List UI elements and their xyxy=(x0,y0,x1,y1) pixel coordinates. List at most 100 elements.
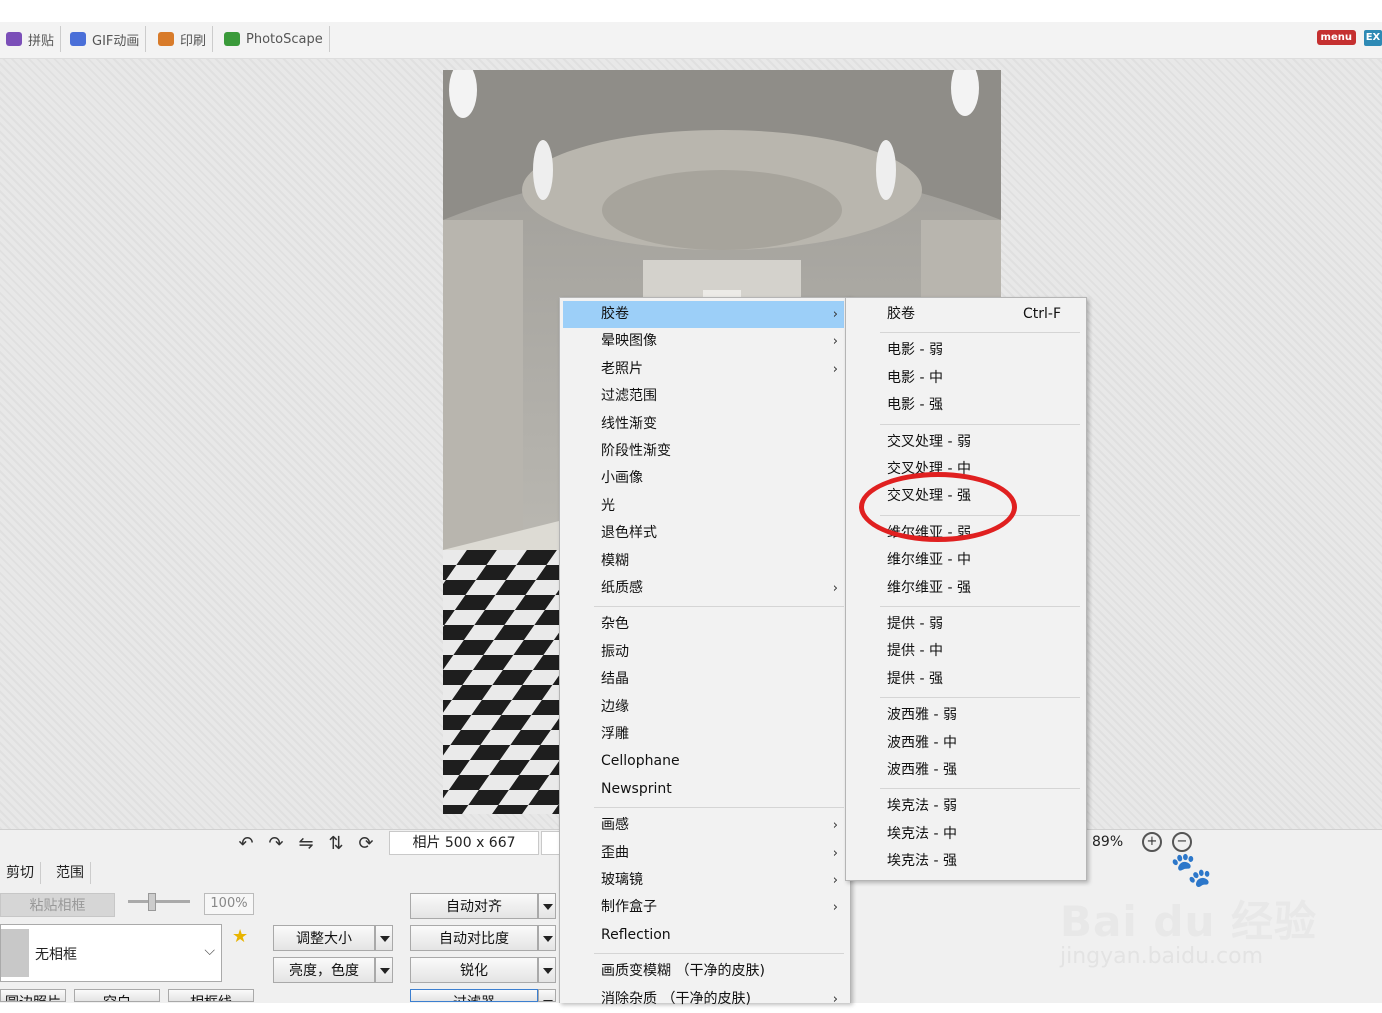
flip-vertical-icon[interactable]: ⇅ xyxy=(326,834,346,854)
favorite-star-icon[interactable]: ★ xyxy=(232,926,248,947)
filter-menu-item-8[interactable]: 退色样式 xyxy=(563,520,844,547)
menu-separator xyxy=(880,332,1080,334)
menu-item-label: 模糊 xyxy=(601,552,629,569)
rotate-icon[interactable]: ⟳ xyxy=(356,834,376,854)
menu-item-label: 小画像 xyxy=(601,470,643,487)
brightness-dropdown[interactable] xyxy=(375,957,393,983)
photo-size-info: 相片 500 x 667 xyxy=(389,831,539,855)
redo-icon[interactable]: ↷ xyxy=(266,834,286,854)
filter-menu-item-20[interactable]: 画感 › xyxy=(563,812,844,839)
sharpen-dropdown[interactable] xyxy=(538,957,556,983)
film-submenu-item-14[interactable]: 提供 - 弱 xyxy=(849,611,1081,638)
menu-item-label: 退色样式 xyxy=(601,525,657,542)
filter-menu-item-27[interactable]: 消除杂质 （干净的皮肤) › xyxy=(563,986,844,1013)
filter-menu-item-26[interactable]: 画质变模糊 （干净的皮肤) xyxy=(563,958,844,985)
filter-menu-item-4[interactable]: 线性渐变 xyxy=(563,411,844,438)
percent-field[interactable]: 100% xyxy=(204,893,254,915)
menu-button[interactable]: menu xyxy=(1316,30,1356,45)
filter-dropdown[interactable] xyxy=(538,989,556,1002)
filter-menu-item-2[interactable]: 老照片 › xyxy=(563,356,844,383)
menu-item-label: 玻璃镜 xyxy=(601,872,643,888)
filter-menu-item-23[interactable]: 制作盒子 › xyxy=(563,894,844,921)
filter-menu-item-3[interactable]: 过滤范围 xyxy=(563,383,844,410)
film-submenu-item-0[interactable]: 胶卷 Ctrl-F xyxy=(849,301,1081,328)
film-submenu-item-19[interactable]: 波西雅 - 中 xyxy=(849,730,1081,757)
menu-item-label: 振动 xyxy=(601,643,629,660)
tab-print[interactable]: 印刷 xyxy=(152,26,214,52)
film-submenu-item-6[interactable]: 交叉处理 - 弱 xyxy=(849,429,1081,456)
film-submenu-item-2[interactable]: 电影 - 弱 xyxy=(849,337,1081,364)
menu-item-label: Reflection xyxy=(601,926,671,943)
menu-item-label: 胶卷 xyxy=(601,306,629,322)
filter-menu-item-17[interactable]: Cellophane xyxy=(563,748,844,775)
blank-button[interactable]: 空白 xyxy=(74,989,160,1002)
tab-photoscape[interactable]: PhotoScape xyxy=(218,26,330,52)
zoom-out-icon[interactable]: − xyxy=(1172,832,1192,852)
auto-contrast-dropdown[interactable] xyxy=(538,925,556,951)
film-submenu: 胶卷 Ctrl-F 电影 - 弱电影 - 中电影 - 强交叉处理 - 弱交叉处理 -… xyxy=(845,297,1087,881)
tab-collage[interactable]: 拼贴 xyxy=(0,26,62,52)
frame-line-button[interactable]: 相框线 xyxy=(168,989,254,1002)
auto-align-button[interactable]: 自动对齐 xyxy=(410,893,538,919)
auto-align-dropdown[interactable] xyxy=(538,893,556,919)
sharpen-button[interactable]: 锐化 xyxy=(410,957,538,983)
film-submenu-item-18[interactable]: 波西雅 - 弱 xyxy=(849,702,1081,729)
film-submenu-item-24[interactable]: 埃克法 - 强 xyxy=(849,848,1081,875)
resize-dropdown[interactable] xyxy=(375,925,393,951)
film-submenu-item-4[interactable]: 电影 - 强 xyxy=(849,392,1081,419)
top-tab-bar: 拼贴 GIF动画 印刷 PhotoScape menu EX xyxy=(0,22,1382,59)
menu-item-label: 老照片 xyxy=(601,360,643,377)
film-submenu-item-11[interactable]: 维尔维亚 - 中 xyxy=(849,547,1081,574)
film-submenu-item-20[interactable]: 波西雅 - 强 xyxy=(849,757,1081,784)
menu-item-label: 线性渐变 xyxy=(601,415,657,432)
filter-menu-item-5[interactable]: 阶段性渐变 xyxy=(563,438,844,465)
film-submenu-item-16[interactable]: 提供 - 强 xyxy=(849,666,1081,693)
gif-icon xyxy=(70,32,86,46)
filter-menu-item-12[interactable]: 杂色 xyxy=(563,611,844,638)
print-icon xyxy=(158,32,174,46)
filter-menu-item-10[interactable]: 纸质感 › xyxy=(563,575,844,602)
ex-button[interactable]: EX xyxy=(1364,30,1382,46)
subtab-range[interactable]: 范围 xyxy=(50,862,91,884)
tab-gif[interactable]: GIF动画 xyxy=(64,26,147,52)
menu-item-label: 提供 - 弱 xyxy=(887,616,943,632)
subtab-crop[interactable]: 剪切 xyxy=(0,862,41,884)
filter-menu-item-16[interactable]: 浮雕 xyxy=(563,721,844,748)
tab-label: 拼贴 xyxy=(28,33,55,49)
filter-menu-item-18[interactable]: Newsprint xyxy=(563,776,844,803)
filter-button[interactable]: 过滤器 xyxy=(410,989,538,1002)
undo-icon[interactable]: ↶ xyxy=(236,834,256,854)
filter-menu-item-24[interactable]: Reflection xyxy=(563,922,844,949)
menu-item-label: 结晶 xyxy=(601,671,629,688)
tab-label: PhotoScape xyxy=(246,31,323,47)
menu-item-label: 歪曲 xyxy=(601,844,629,861)
baidu-paw-icon: 🐾 xyxy=(1170,850,1213,890)
frame-select[interactable]: 无相框 ⌵ xyxy=(0,924,222,982)
menu-item-label: Newsprint xyxy=(601,780,672,797)
filter-menu-item-15[interactable]: 边缘 xyxy=(563,694,844,721)
flip-horizontal-icon[interactable]: ⇋ xyxy=(296,834,316,854)
filter-menu-item-0[interactable]: 胶卷 › xyxy=(563,301,844,328)
film-submenu-item-23[interactable]: 埃克法 - 中 xyxy=(849,821,1081,848)
filter-menu-item-13[interactable]: 振动 xyxy=(563,639,844,666)
filter-menu-item-1[interactable]: 晕映图像 › xyxy=(563,328,844,355)
round-photo-button[interactable]: 圆边照片 xyxy=(0,989,66,1002)
menu-item-label: 电影 - 弱 xyxy=(887,342,943,359)
zoom-in-icon[interactable]: + xyxy=(1142,832,1162,852)
film-submenu-item-12[interactable]: 维尔维亚 - 强 xyxy=(849,575,1081,602)
filter-menu-item-14[interactable]: 结晶 xyxy=(563,666,844,693)
brightness-button[interactable]: 亮度，色度 xyxy=(273,957,375,983)
film-submenu-item-15[interactable]: 提供 - 中 xyxy=(849,638,1081,665)
filter-menu-item-22[interactable]: 玻璃镜 › xyxy=(563,867,844,894)
filter-menu-item-6[interactable]: 小画像 xyxy=(563,465,844,492)
filter-menu-item-21[interactable]: 歪曲 › xyxy=(563,840,844,867)
frame-slider-knob[interactable] xyxy=(148,893,156,911)
filter-menu-item-7[interactable]: 光 xyxy=(563,493,844,520)
film-submenu-item-3[interactable]: 电影 - 中 xyxy=(849,365,1081,392)
frame-thumbnail xyxy=(1,929,29,977)
filter-menu-item-9[interactable]: 模糊 xyxy=(563,548,844,575)
resize-button[interactable]: 调整大小 xyxy=(273,925,375,951)
paste-frame-button[interactable]: 粘贴相框 xyxy=(0,893,115,917)
auto-contrast-button[interactable]: 自动对比度 xyxy=(410,925,538,951)
film-submenu-item-22[interactable]: 埃克法 - 弱 xyxy=(849,793,1081,820)
